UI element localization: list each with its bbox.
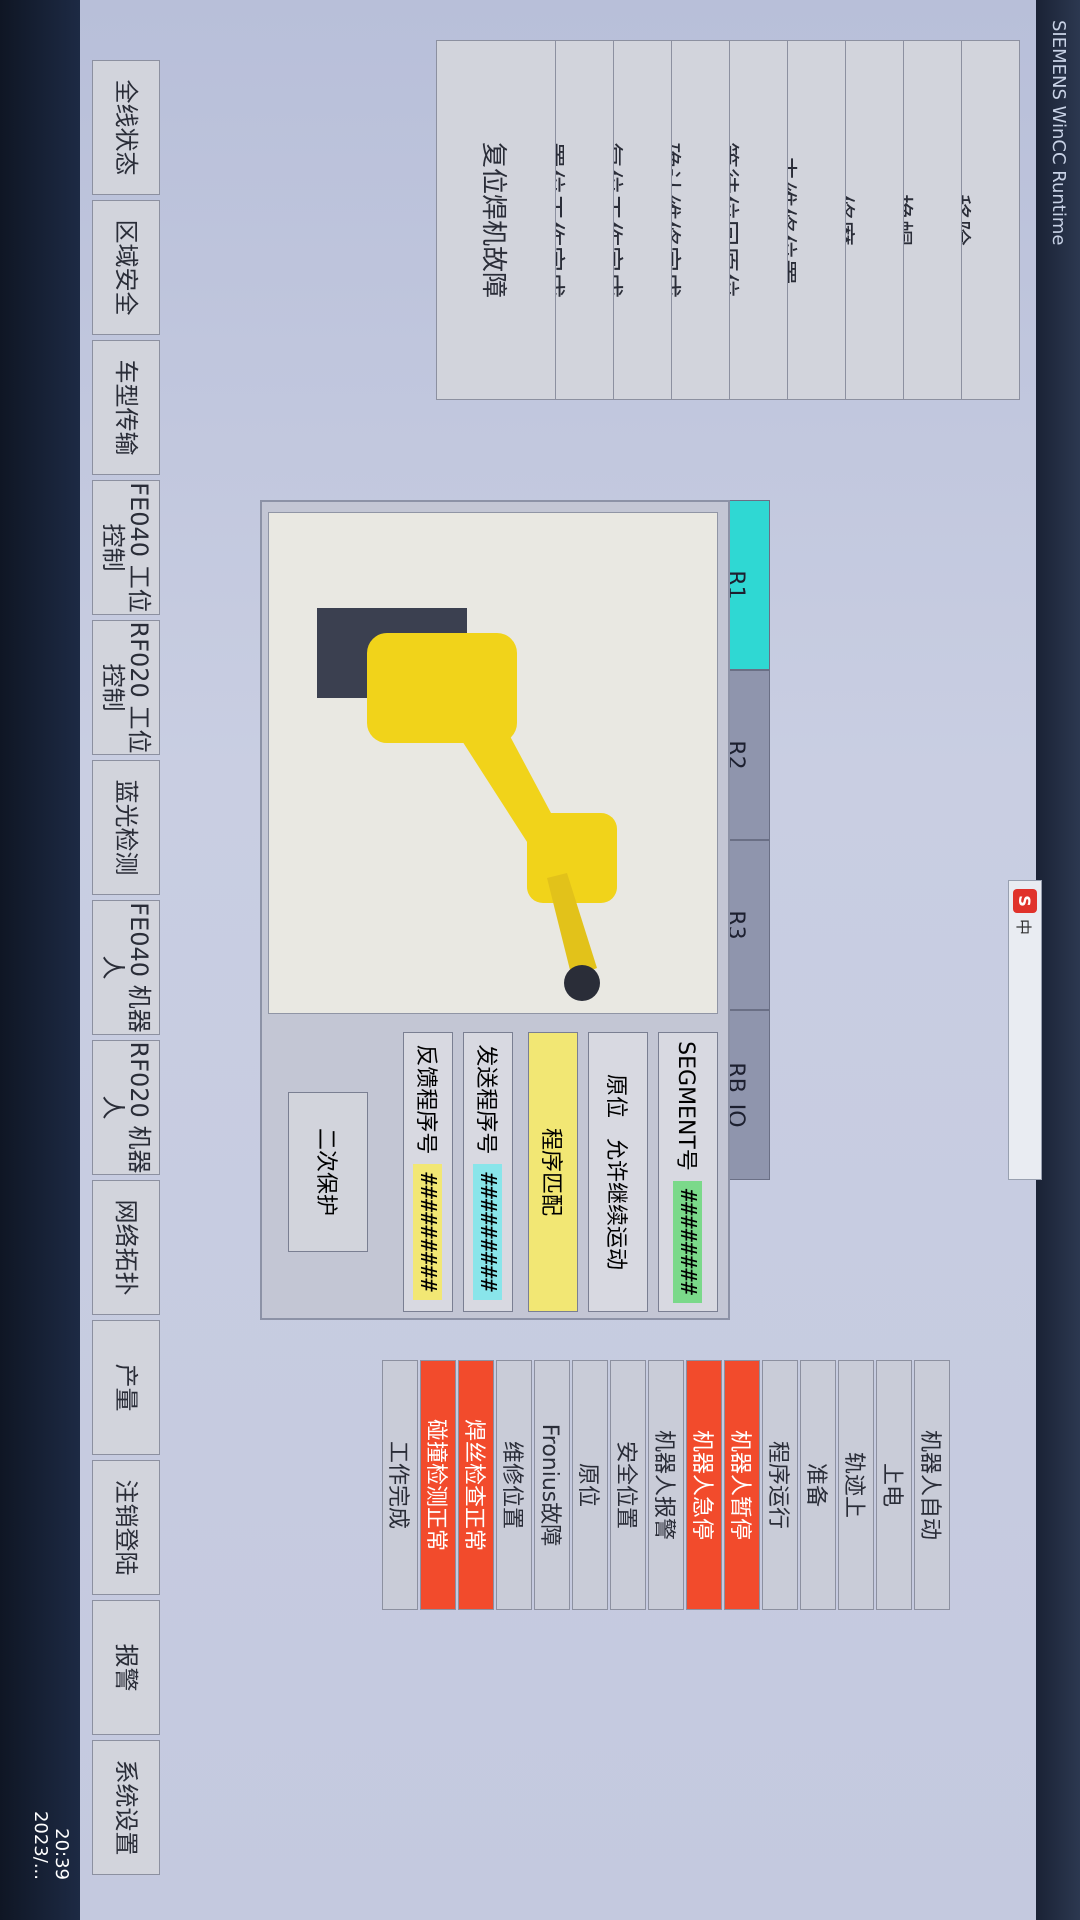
nav-label: RF020 机器人: [99, 1041, 154, 1174]
nav-label: 区域安全: [112, 219, 141, 316]
status-label: 原位: [575, 1462, 600, 1507]
segment-label: SEGMENT号: [673, 1041, 698, 1171]
send-program-row: 发送程序号 #########: [463, 1032, 513, 1312]
status-label: 机器人急停: [689, 1429, 714, 1540]
nav-label: FE040 机器人: [99, 902, 154, 1033]
feedback-program-label: 反馈程序号: [413, 1044, 438, 1155]
status-label: 程序运行: [765, 1440, 790, 1529]
taskbar-clock: 20:39 2023/...: [30, 1811, 72, 1880]
ime-mode-label[interactable]: 中: [1013, 919, 1037, 935]
clock-date: 2023/...: [30, 1810, 51, 1880]
command-label: 复位焊机故障: [478, 141, 509, 298]
status-robot-alarm: 机器人报警: [648, 1360, 684, 1610]
robot-illustration: [317, 608, 617, 1001]
nav-system-settings[interactable]: 系统设置: [92, 1740, 160, 1875]
status-label: 焊丝检查正常: [461, 1418, 486, 1551]
status-label: 维修位置: [499, 1440, 524, 1529]
secondary-protect-button[interactable]: 二次保护: [288, 1092, 368, 1252]
nav-alarm[interactable]: 报警: [92, 1600, 160, 1735]
nav-label: 报警: [112, 1643, 141, 1692]
nav-label: 系统设置: [112, 1759, 141, 1856]
clock-time: 20:39: [51, 1828, 72, 1880]
ime-toolbar[interactable]: S 中: [1008, 880, 1042, 1180]
status-ready: 准备: [800, 1360, 836, 1610]
nav-rf020-robot[interactable]: RF020 机器人: [92, 1040, 160, 1175]
robot-wrist-shape: [564, 965, 600, 1001]
secondary-protect-label: 二次保护: [313, 1127, 338, 1216]
status-label: 上电: [879, 1462, 904, 1507]
status-maintenance-position: 维修位置: [496, 1360, 532, 1610]
nav-label: FE040 工位控制: [99, 482, 154, 613]
status-panel: 机器人自动 上电 轨迹上 准备 程序运行 机器人暂停 机器人急停 机器人报警 安…: [330, 1360, 950, 1880]
status-power-on: 上电: [876, 1360, 912, 1610]
nav-fe040-robot[interactable]: FE040 机器人: [92, 900, 160, 1035]
nav-label: RF020 工位控制: [99, 621, 154, 754]
nav-model-transfer[interactable]: 车型传输: [92, 340, 160, 475]
robot-panel: SEGMENT号 ######## 原位 允许继续运动 程序匹配 发送程序号 #…: [260, 500, 730, 1320]
status-fronius-fault: Fronius故障: [534, 1360, 570, 1610]
status-label: 准备: [803, 1462, 828, 1507]
windows-taskbar: [0, 0, 80, 1920]
left-command-menu: 移除 换帽 修磨 去维修位置 等待位回原位 确认维修完成 复位工作完成 置位工作…: [140, 40, 1020, 400]
status-label: 机器人报警: [651, 1429, 676, 1540]
home-row: 原位 允许继续运动: [588, 1032, 648, 1312]
nav-label: 全线状态: [112, 79, 141, 176]
send-program-label: 发送程序号: [473, 1044, 498, 1155]
program-match-label: 程序匹配: [538, 1127, 563, 1216]
command-reset-welder-fault-button[interactable]: 复位焊机故障: [436, 40, 556, 400]
feedback-program-row: 反馈程序号 #########: [403, 1032, 453, 1312]
window-title: SIEMENS WinCC Runtime: [1048, 20, 1069, 246]
hmi-screen: SIEMENS WinCC Runtime S 中 移除 换帽 修磨 去维修位置…: [0, 0, 1080, 1920]
sogou-ime-icon[interactable]: S: [1013, 889, 1037, 913]
nav-label: 注销登陆: [112, 1479, 141, 1576]
status-wire-check-ok: 焊丝检查正常: [458, 1360, 494, 1610]
home-label: 原位: [603, 1073, 628, 1118]
segment-value: ########: [673, 1180, 703, 1303]
status-label: 碰撞检测正常: [423, 1418, 448, 1551]
bottom-navigation: 全线状态 区域安全 车型传输 FE040 工位控制 RF020 工位控制 蓝光检…: [90, 60, 160, 1920]
status-label: 机器人自动: [917, 1429, 942, 1540]
status-robot-estop: 机器人急停: [686, 1360, 722, 1610]
nav-network-topology[interactable]: 网络拓扑: [92, 1180, 160, 1315]
status-label: Fronius故障: [537, 1423, 562, 1547]
nav-label: 蓝光检测: [112, 779, 141, 876]
nav-area-safety[interactable]: 区域安全: [92, 200, 160, 335]
nav-rf020-station[interactable]: RF020 工位控制: [92, 620, 160, 755]
segment-row: SEGMENT号 ########: [658, 1032, 718, 1312]
window-title-bar: SIEMENS WinCC Runtime: [1036, 0, 1080, 1920]
status-label: 轨迹上: [841, 1451, 866, 1518]
status-robot-paused: 机器人暂停: [724, 1360, 760, 1610]
nav-fe040-station[interactable]: FE040 工位控制: [92, 480, 160, 615]
nav-logout[interactable]: 注销登陆: [92, 1460, 160, 1595]
nav-line-status[interactable]: 全线状态: [92, 60, 160, 195]
program-match-indicator: 程序匹配: [528, 1032, 578, 1312]
robot-image: [268, 512, 718, 1014]
status-robot-auto: 机器人自动: [914, 1360, 950, 1610]
status-home-position: 原位: [572, 1360, 608, 1610]
status-label: 机器人暂停: [727, 1429, 752, 1540]
status-safe-position: 安全位置: [610, 1360, 646, 1610]
status-label: 安全位置: [613, 1440, 638, 1529]
nav-label: 车型传输: [112, 359, 141, 456]
nav-label: 产量: [112, 1363, 141, 1412]
nav-production[interactable]: 产量: [92, 1320, 160, 1455]
feedback-program-value: #########: [413, 1164, 443, 1300]
send-program-value: #########: [473, 1164, 503, 1300]
nav-bluelight-inspection[interactable]: 蓝光检测: [92, 760, 160, 895]
status-collision-detect-ok: 碰撞检测正常: [420, 1360, 456, 1610]
nav-label: 网络拓扑: [112, 1199, 141, 1296]
status-on-path: 轨迹上: [838, 1360, 874, 1610]
allow-continue-label: 允许继续运动: [603, 1138, 628, 1271]
status-program-running: 程序运行: [762, 1360, 798, 1610]
status-label: 工作完成: [385, 1440, 410, 1529]
status-work-complete: 工作完成: [382, 1360, 418, 1610]
